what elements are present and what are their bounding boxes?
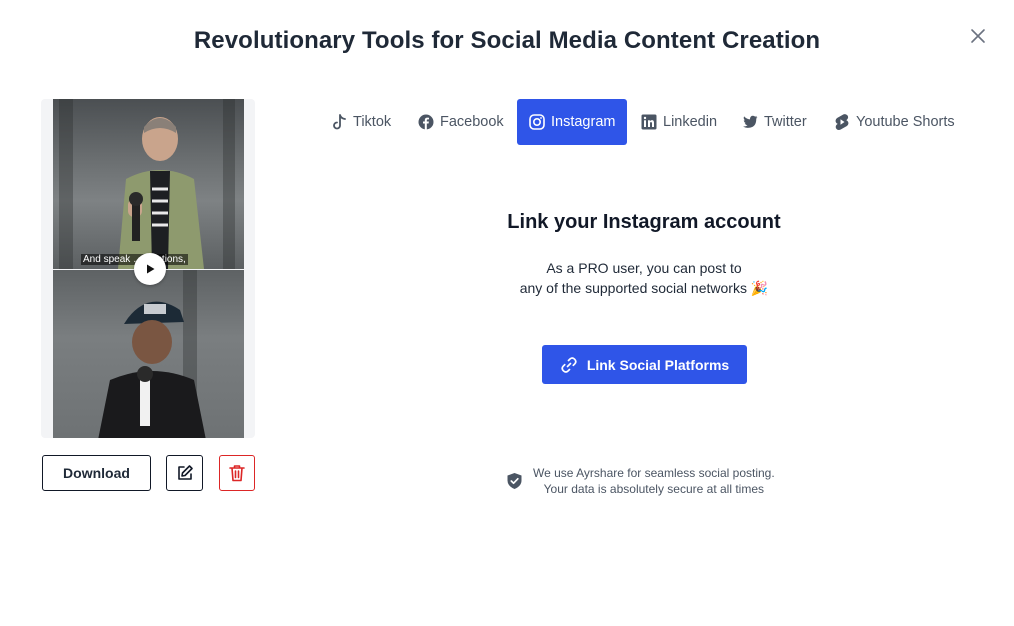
security-line-1: We use Ayrshare for seamless social post… bbox=[533, 466, 775, 480]
tab-tiktok[interactable]: Tiktok bbox=[331, 99, 391, 145]
tab-instagram[interactable]: Instagram bbox=[517, 99, 628, 145]
tiktok-icon bbox=[333, 113, 346, 129]
download-button[interactable]: Download bbox=[42, 455, 151, 491]
tab-facebook[interactable]: Facebook bbox=[418, 99, 504, 145]
shield-check-icon bbox=[507, 473, 522, 489]
instagram-icon bbox=[529, 114, 545, 130]
security-text: We use Ayrshare for seamless social post… bbox=[533, 465, 775, 497]
pro-description: As a PRO user, you can post to any of th… bbox=[344, 258, 944, 298]
close-icon[interactable] bbox=[970, 28, 986, 44]
link-button-label: Link Social Platforms bbox=[586, 356, 730, 373]
page-title: Revolutionary Tools for Social Media Con… bbox=[193, 27, 821, 54]
play-button[interactable] bbox=[134, 253, 166, 285]
twitter-icon bbox=[743, 115, 758, 128]
delete-button[interactable] bbox=[219, 455, 255, 491]
close-button[interactable] bbox=[966, 24, 990, 48]
video-preview[interactable]: And speak … captions, bbox=[41, 99, 255, 438]
description-line-1: As a PRO user, you can post to bbox=[546, 260, 742, 276]
speaker-figure bbox=[118, 117, 204, 269]
tab-label: Facebook bbox=[440, 114, 504, 130]
tab-label: Tiktok bbox=[353, 114, 392, 130]
video-frame-top: And speak … captions, bbox=[53, 99, 244, 269]
linkedin-icon bbox=[641, 114, 657, 130]
tab-youtube-shorts[interactable]: Youtube Shorts bbox=[834, 99, 955, 145]
play-icon[interactable] bbox=[144, 263, 156, 275]
video-frame-bottom bbox=[53, 270, 244, 438]
tab-twitter[interactable]: Twitter bbox=[742, 99, 807, 145]
youtube-shorts-icon bbox=[835, 114, 849, 130]
edit-icon[interactable] bbox=[176, 464, 194, 482]
edit-button[interactable] bbox=[166, 455, 203, 491]
description-line-2: any of the supported social networks 🎉 bbox=[519, 280, 769, 296]
security-line-2: Your data is absolutely secure at all ti… bbox=[543, 482, 764, 496]
link-icon bbox=[561, 356, 577, 373]
tab-label: Instagram bbox=[551, 114, 616, 130]
tab-label: Linkedin bbox=[663, 114, 718, 130]
tab-label: Twitter bbox=[764, 114, 807, 130]
tab-linkedin[interactable]: Linkedin bbox=[641, 99, 717, 145]
tab-label: Youtube Shorts bbox=[856, 114, 955, 130]
facebook-icon bbox=[418, 114, 434, 130]
link-account-heading: Link your Instagram account bbox=[507, 211, 781, 233]
link-social-platforms-button[interactable]: Link Social Platforms bbox=[542, 345, 747, 384]
security-note: We use Ayrshare for seamless social post… bbox=[506, 465, 775, 497]
interviewee-figure bbox=[98, 301, 206, 438]
party-emoji: 🎉 bbox=[750, 280, 769, 296]
trash-icon[interactable] bbox=[229, 464, 245, 482]
